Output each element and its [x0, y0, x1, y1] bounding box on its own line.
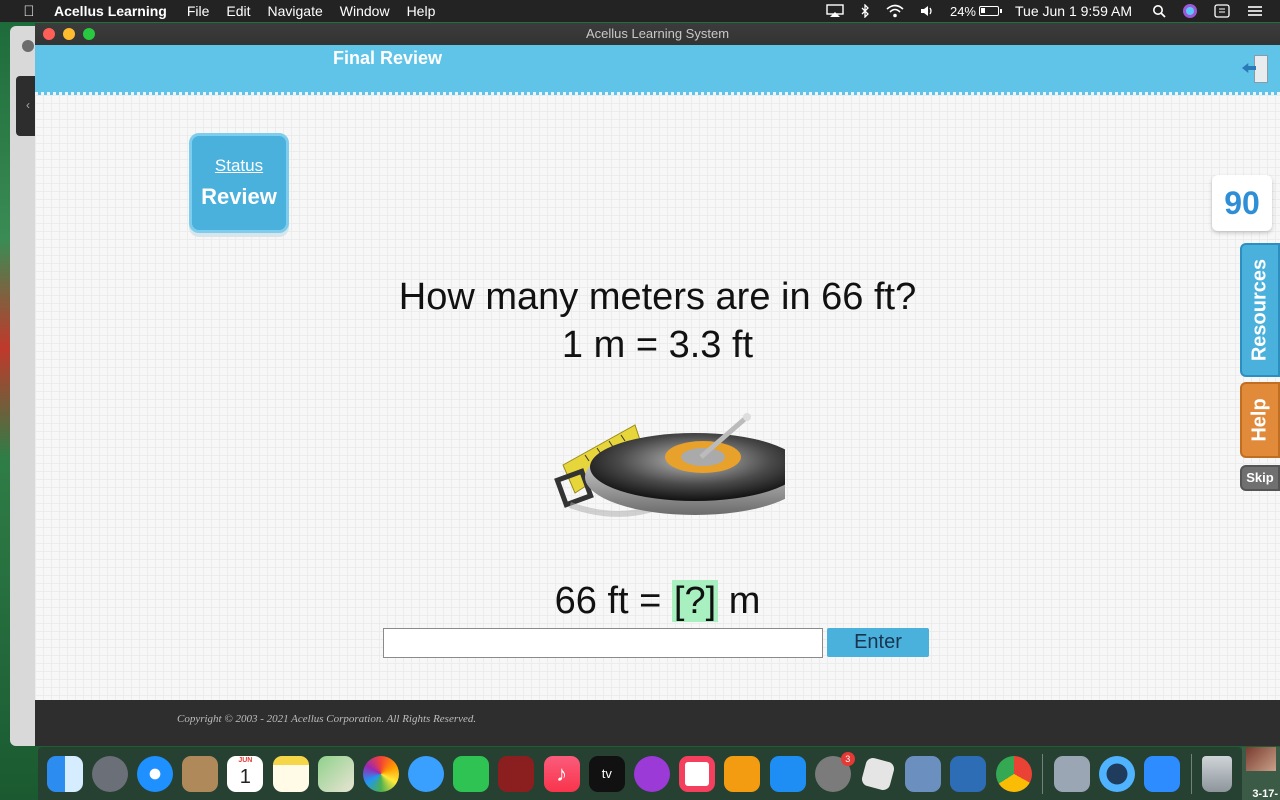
bluetooth-icon[interactable]	[860, 4, 870, 18]
menu-edit[interactable]: Edit	[226, 3, 250, 19]
safari-icon[interactable]	[136, 755, 173, 792]
user-switch-icon[interactable]	[1214, 4, 1230, 18]
control-center-icon[interactable]	[1246, 4, 1264, 18]
desktop-file-thumbnail	[1246, 747, 1276, 771]
desktop-file[interactable]: 3-17-	[1242, 747, 1280, 800]
dock-separator	[1190, 753, 1192, 794]
enter-button[interactable]: Enter	[827, 628, 929, 657]
app-window: Acellus Learning System Final Review Sta…	[35, 23, 1280, 746]
chrome-icon[interactable]	[995, 755, 1032, 792]
volume-icon[interactable]	[920, 4, 934, 18]
menu-file[interactable]: File	[187, 3, 210, 19]
contacts-icon[interactable]	[182, 755, 219, 792]
lesson-title: Final Review	[333, 48, 443, 68]
spotlight-search-icon[interactable]	[1152, 4, 1166, 18]
books-icon[interactable]	[724, 755, 761, 792]
roblox-icon[interactable]	[860, 755, 896, 792]
question-line: How many meters are in 66 ft?	[398, 276, 917, 318]
status-link[interactable]: Status	[192, 156, 286, 176]
exit-icon[interactable]	[1242, 53, 1270, 85]
battery-icon	[979, 6, 1002, 16]
finder-icon[interactable]	[46, 755, 83, 792]
preview-icon[interactable]	[905, 755, 942, 792]
facetime-icon[interactable]	[453, 755, 490, 792]
resources-label: Resources	[1248, 258, 1271, 362]
help-tab[interactable]: Help	[1240, 382, 1280, 458]
menu-navigate[interactable]: Navigate	[268, 3, 323, 19]
maps-icon[interactable]	[317, 755, 354, 792]
desktop-file-label: 3-17-	[1252, 788, 1278, 800]
apple-tv-icon[interactable]: tv	[588, 755, 625, 792]
photos-icon[interactable]	[362, 755, 399, 792]
equation-left: 66 ft =	[554, 580, 672, 622]
calendar-month: JUN	[238, 756, 253, 764]
question-text: How many meters are in 66 ft? 1 m = 3.3 …	[335, 273, 980, 369]
notes-icon[interactable]	[272, 755, 309, 792]
quicktime-icon[interactable]	[1098, 755, 1135, 792]
answer-blank: [?]	[671, 580, 719, 622]
answer-equation: 66 ft = [?] m	[435, 580, 880, 623]
airplay-icon[interactable]	[826, 4, 844, 18]
menu-help[interactable]: Help	[407, 3, 436, 19]
image-capture-icon[interactable]	[1053, 755, 1090, 792]
messages-icon[interactable]	[408, 755, 445, 792]
status-card[interactable]: Status Review	[189, 133, 289, 233]
trash-icon[interactable]	[1202, 755, 1233, 792]
menu-bar:  Acellus Learning File Edit Navigate Wi…	[0, 0, 1280, 22]
footer: Copyright © 2003 - 2021 Acellus Corporat…	[35, 700, 1280, 746]
app-menu[interactable]: Acellus Learning	[54, 3, 167, 19]
conversion-hint: 1 m = 3.3 ft	[561, 324, 754, 366]
music-icon[interactable]: ♪	[543, 755, 580, 792]
notification-badge: 3	[840, 751, 855, 766]
launchpad-icon[interactable]	[91, 755, 128, 792]
zoom-icon[interactable]	[1144, 755, 1181, 792]
lesson-header: Final Review	[35, 45, 1280, 95]
equation-unit: m	[718, 580, 761, 622]
close-window-button[interactable]	[43, 28, 55, 40]
skip-button[interactable]: Skip	[1240, 465, 1280, 491]
zoom-window-button[interactable]	[83, 28, 95, 40]
lesson-content: Status Review How many meters are in 66 …	[35, 95, 1280, 700]
calendar-icon[interactable]: JUN 1	[227, 755, 264, 792]
dock: JUN 1 ♪ tv 3	[38, 747, 1242, 800]
menu-window[interactable]: Window	[340, 3, 390, 19]
help-label: Help	[1248, 398, 1271, 442]
app-store-icon[interactable]	[769, 755, 806, 792]
photo-booth-icon[interactable]	[498, 755, 535, 792]
battery-status[interactable]: 24%	[949, 3, 1002, 19]
answer-input[interactable]	[383, 628, 823, 658]
dock-separator	[1042, 753, 1044, 794]
window-titlebar[interactable]: Acellus Learning System	[35, 23, 1280, 45]
resources-tab[interactable]: Resources	[1240, 243, 1280, 377]
wifi-icon[interactable]	[886, 4, 904, 18]
score-badge: 90	[1212, 175, 1272, 231]
calendar-day: 1	[239, 765, 251, 788]
system-preferences-icon[interactable]: 3	[814, 751, 855, 792]
measuring-tape-image	[554, 413, 785, 517]
apple-menu-icon[interactable]: 	[20, 3, 38, 20]
background-window-dot	[22, 40, 34, 52]
copyright-text: Copyright © 2003 - 2021 Acellus Corporat…	[177, 713, 477, 725]
window-title: Acellus Learning System	[585, 26, 730, 41]
battery-percent: 24%	[949, 3, 976, 19]
news-icon[interactable]	[679, 755, 716, 792]
mode-label: Review	[201, 184, 277, 209]
acellus-icon[interactable]	[950, 755, 987, 792]
siri-icon[interactable]	[1182, 3, 1198, 19]
podcasts-icon[interactable]	[634, 755, 671, 792]
minimize-window-button[interactable]	[63, 28, 75, 40]
clock[interactable]: Tue Jun 1 9:59 AM	[1015, 3, 1132, 19]
